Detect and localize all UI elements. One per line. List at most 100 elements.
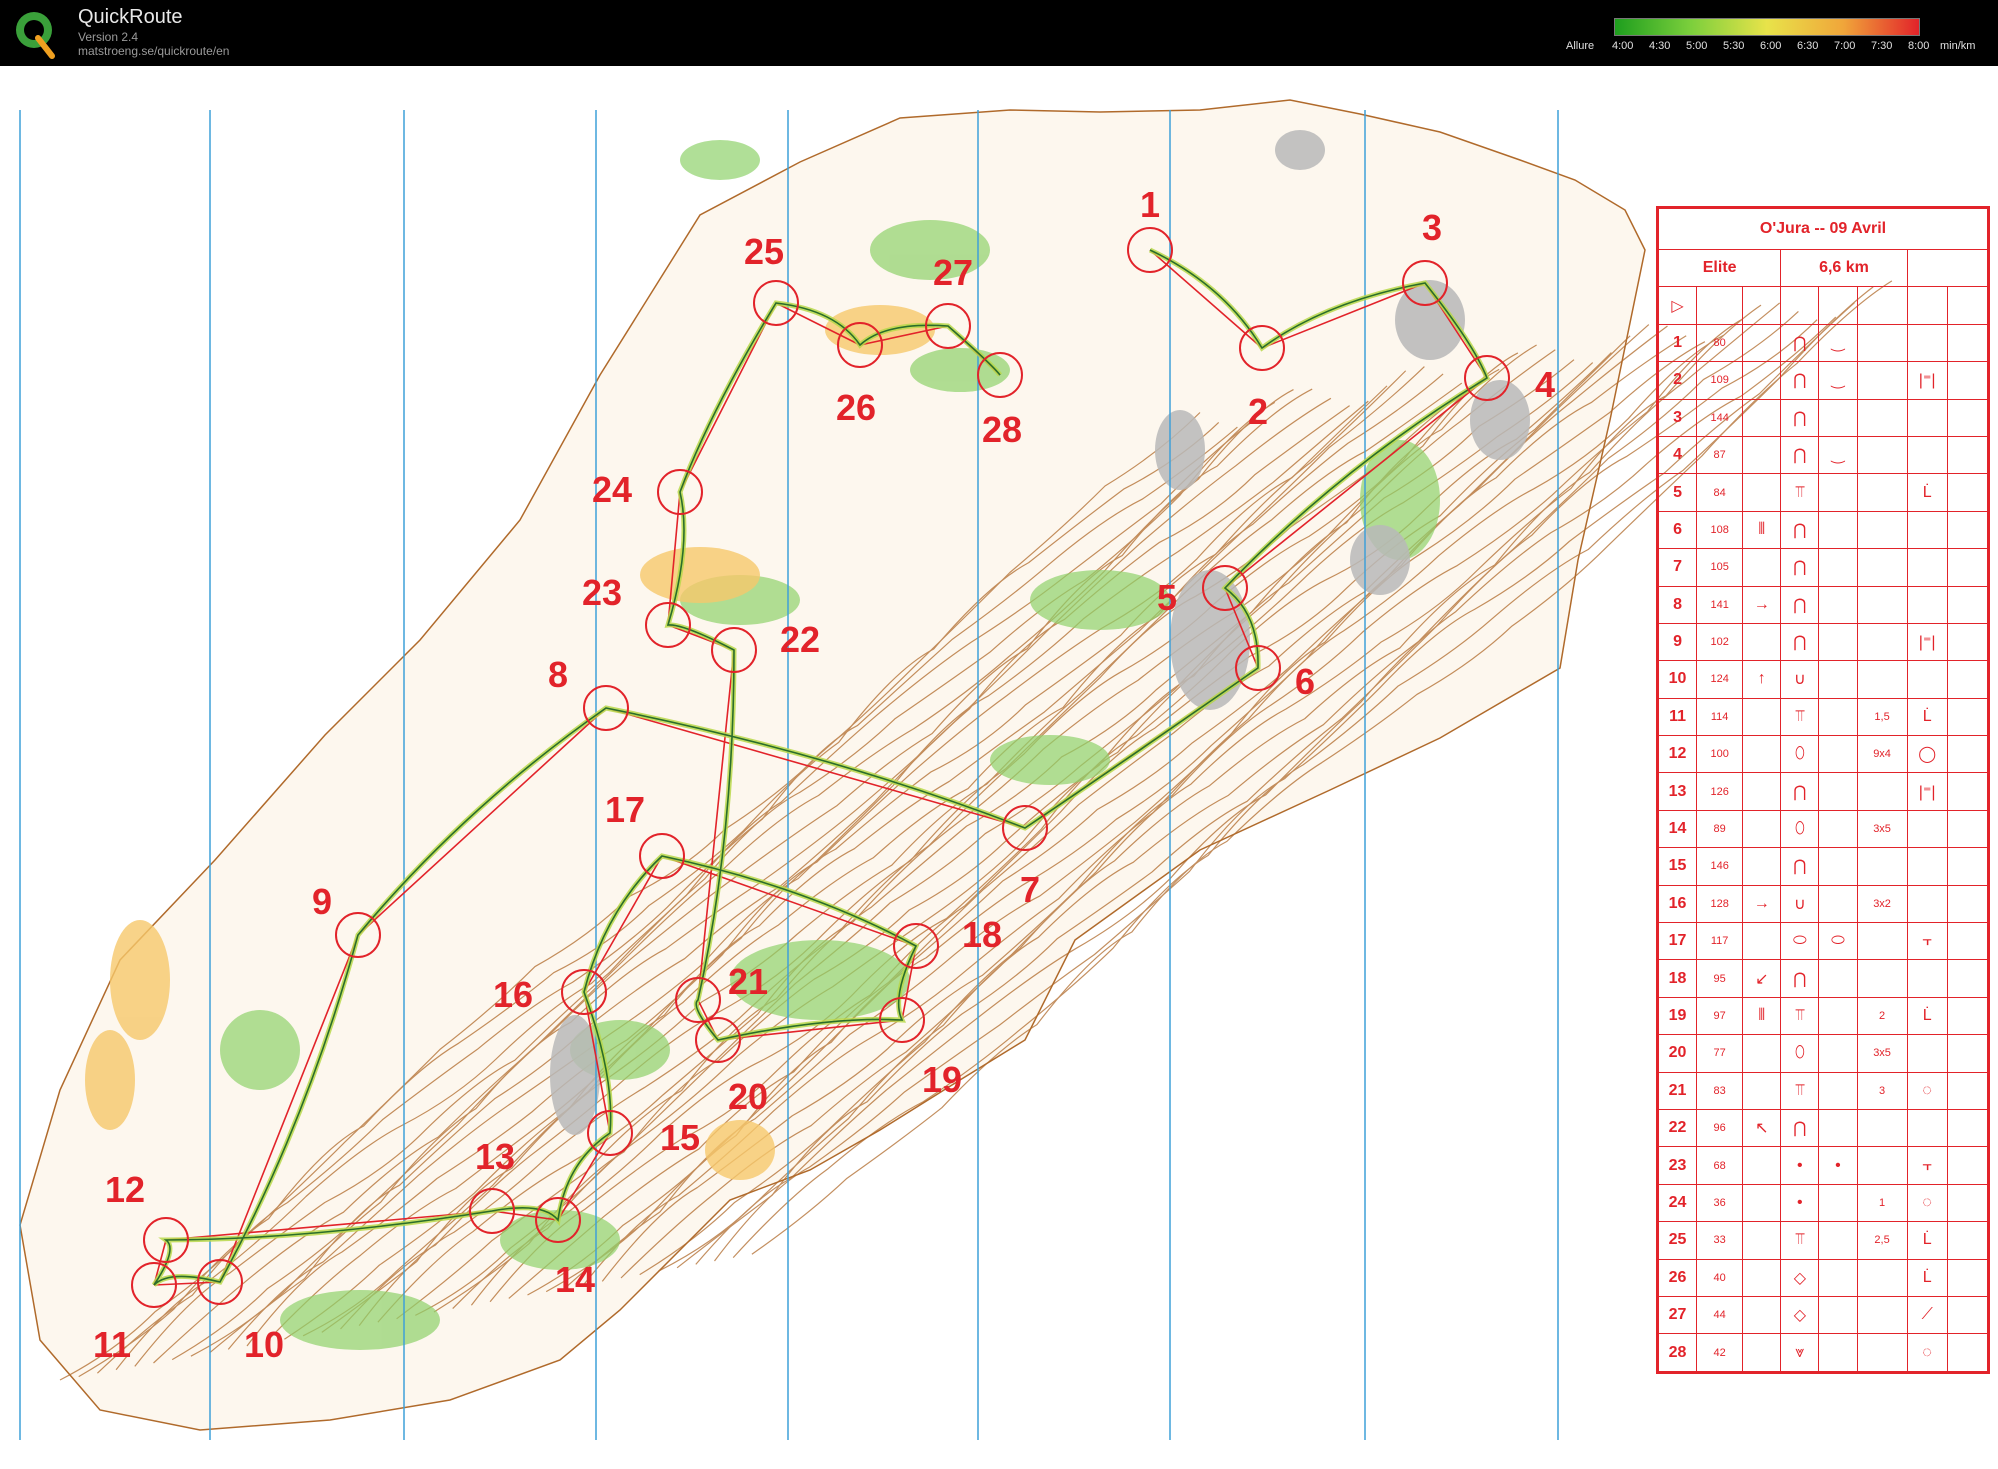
control-number: 4 xyxy=(1657,435,1698,475)
location-icon xyxy=(1906,548,1948,587)
feature-icon: • xyxy=(1780,1183,1820,1223)
other-info xyxy=(1946,323,1989,363)
dimensions: 3x2 xyxy=(1856,884,1908,924)
appearance-icon xyxy=(1818,473,1858,512)
control-number-label: 8 xyxy=(548,654,568,695)
control-code: 87 xyxy=(1696,435,1744,475)
appearance-icon xyxy=(1818,398,1858,437)
control-code: 44 xyxy=(1696,1295,1744,1335)
control-row: 1 80 ⋂ ‿ xyxy=(1657,323,1989,363)
control-row: 21 83 ⫪ 3 ◌ xyxy=(1657,1071,1989,1110)
control-number-label: 15 xyxy=(660,1117,700,1158)
other-info xyxy=(1946,398,1989,437)
other-info xyxy=(1946,1221,1989,1260)
which-feature-icon xyxy=(1742,1034,1782,1073)
location-icon: L̇ xyxy=(1906,996,1948,1036)
card-empty xyxy=(1906,248,1989,288)
control-description-card: O'Jura -- 09 Avril Elite 6,6 km ▷ 1 80 ⋂ ‿ 2… xyxy=(1656,206,1990,1374)
control-number: 26 xyxy=(1657,1258,1698,1297)
location-icon xyxy=(1906,1108,1948,1148)
card-length: 6,6 km xyxy=(1780,248,1908,288)
control-row: 28 42 ⩔ ◌ xyxy=(1657,1333,1989,1372)
appearance-icon xyxy=(1818,510,1858,550)
control-number: 7 xyxy=(1657,548,1698,587)
appearance-icon: • xyxy=(1818,1146,1858,1185)
which-feature-icon xyxy=(1742,922,1782,961)
control-number: 17 xyxy=(1657,922,1698,961)
control-row: 4 87 ⋂ ‿ xyxy=(1657,435,1989,475)
appearance-icon xyxy=(1818,548,1858,587)
control-number: 5 xyxy=(1657,473,1698,512)
app-url: matstroeng.se/quickroute/en xyxy=(78,44,230,58)
app-header: QuickRoute Version 2.4 matstroeng.se/qui… xyxy=(0,0,1998,66)
control-code: 95 xyxy=(1696,959,1744,998)
control-row: 10 124 ↑ ∪ xyxy=(1657,660,1989,699)
feature-icon: ⫪ xyxy=(1780,697,1820,737)
feature-icon: ◇ xyxy=(1780,1258,1820,1297)
control-number-label: 24 xyxy=(592,469,632,510)
pace-tick: 7:30 xyxy=(1871,40,1893,52)
which-feature-icon: ⫴ xyxy=(1742,510,1782,550)
which-feature-icon: ↑ xyxy=(1742,660,1782,699)
pace-tick: 7:00 xyxy=(1834,40,1856,52)
control-row: 6 108 ⫴ ⋂ xyxy=(1657,510,1989,550)
dimensions xyxy=(1856,959,1908,998)
control-code: 102 xyxy=(1696,622,1744,662)
dimensions: 1,5 xyxy=(1856,697,1908,737)
control-code: 126 xyxy=(1696,772,1744,811)
feature-icon: ⋂ xyxy=(1780,510,1820,550)
appearance-icon xyxy=(1818,697,1858,737)
which-feature-icon xyxy=(1742,1146,1782,1185)
control-row: 26 40 ◇ L̇ xyxy=(1657,1258,1989,1297)
location-icon: ◌ xyxy=(1906,1071,1948,1110)
control-row: 11 114 ⫪ 1,5 L̇ xyxy=(1657,697,1989,737)
control-code: 68 xyxy=(1696,1146,1744,1185)
location-icon: ⟋ xyxy=(1906,1295,1948,1335)
which-feature-icon xyxy=(1742,1183,1782,1223)
control-number-label: 26 xyxy=(836,387,876,428)
control-row: 27 44 ◇ ⟋ xyxy=(1657,1295,1989,1335)
other-info xyxy=(1946,1108,1989,1148)
control-code: 146 xyxy=(1696,847,1744,886)
other-info xyxy=(1946,959,1989,998)
control-row: 18 95 ↙ ⋂ xyxy=(1657,959,1989,998)
location-icon xyxy=(1906,323,1948,363)
feature-icon: ⋂ xyxy=(1780,959,1820,998)
other-info xyxy=(1946,622,1989,662)
which-feature-icon xyxy=(1742,847,1782,886)
control-number-label: 14 xyxy=(555,1259,595,1300)
control-number: 23 xyxy=(1657,1146,1698,1185)
pace-tick: 8:00 xyxy=(1908,40,1930,52)
location-icon xyxy=(1906,585,1948,624)
location-icon xyxy=(1906,660,1948,699)
control-row: 19 97 ⫴ ⫪ 2 L̇ xyxy=(1657,996,1989,1036)
control-number-label: 16 xyxy=(493,974,533,1015)
control-number-label: 4 xyxy=(1535,364,1555,405)
pace-tick: 5:00 xyxy=(1686,40,1708,52)
pace-tick: 4:30 xyxy=(1649,40,1671,52)
which-feature-icon: ↙ xyxy=(1742,959,1782,998)
dimensions xyxy=(1856,473,1908,512)
location-icon xyxy=(1906,959,1948,998)
which-feature-icon xyxy=(1742,1258,1782,1297)
dimensions xyxy=(1856,585,1908,624)
quickroute-logo-icon xyxy=(16,12,55,59)
appearance-icon: ‿ xyxy=(1818,323,1858,363)
which-feature-icon xyxy=(1742,1295,1782,1335)
feature-icon: ⋂ xyxy=(1780,361,1820,400)
which-feature-icon xyxy=(1742,772,1782,811)
other-info xyxy=(1946,510,1989,550)
control-number: 28 xyxy=(1657,1333,1698,1372)
dimensions xyxy=(1856,1295,1908,1335)
feature-icon: ◇ xyxy=(1780,1295,1820,1335)
control-number-label: 9 xyxy=(312,881,332,922)
other-info xyxy=(1946,1146,1989,1185)
appearance-icon xyxy=(1818,1295,1858,1335)
control-number: 10 xyxy=(1657,660,1698,699)
appearance-icon xyxy=(1818,735,1858,774)
control-row: 23 68 • • ⫟ xyxy=(1657,1146,1989,1185)
card-title: O'Jura -- 09 Avril xyxy=(1658,208,1988,250)
feature-icon: ⬯ xyxy=(1780,735,1820,774)
other-info xyxy=(1946,922,1989,961)
which-feature-icon xyxy=(1742,1221,1782,1260)
